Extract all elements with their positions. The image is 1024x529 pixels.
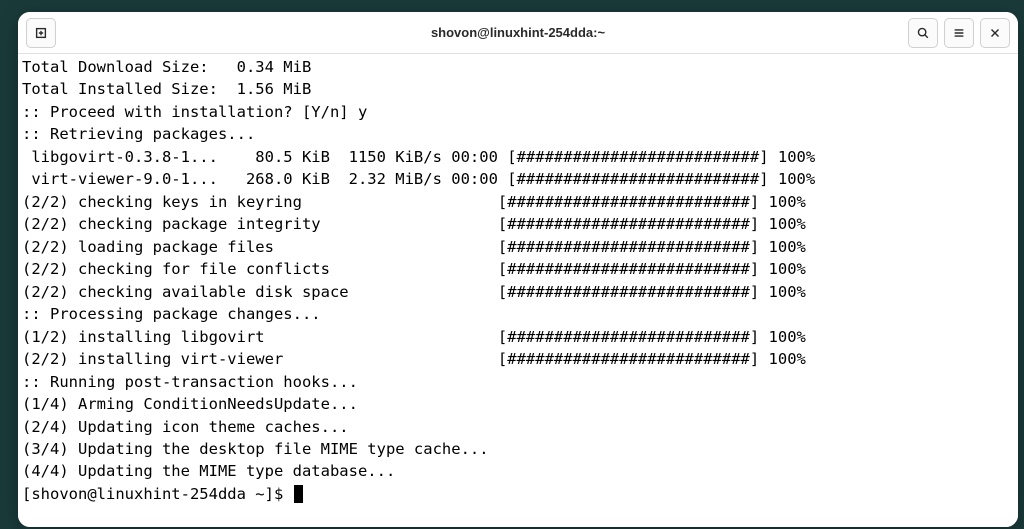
new-tab-button[interactable] [26,18,56,48]
search-icon [916,26,930,40]
hamburger-icon [952,26,966,40]
prompt-text: [shovon@linuxhint-254dda ~]$ [22,485,293,503]
terminal-line: (1/4) Arming ConditionNeedsUpdate... [22,393,1014,415]
titlebar: shovon@linuxhint-254dda:~ [18,12,1018,54]
terminal-line: :: Running post-transaction hooks... [22,371,1014,393]
terminal-line: (3/4) Updating the desktop file MIME typ… [22,438,1014,460]
terminal-line: (2/2) checking package integrity [######… [22,213,1014,235]
terminal-line: Total Installed Size: 1.56 MiB [22,78,1014,100]
terminal-line: (2/2) checking keys in keyring [########… [22,191,1014,213]
cursor [294,485,303,503]
close-button[interactable] [980,18,1010,48]
window-title: shovon@linuxhint-254dda:~ [431,25,605,40]
menu-button[interactable] [944,18,974,48]
terminal-line: (2/2) checking available disk space [###… [22,281,1014,303]
terminal-line: :: Proceed with installation? [Y/n] y [22,101,1014,123]
terminal-line: :: Retrieving packages... [22,123,1014,145]
terminal-line: libgovirt-0.3.8-1... 80.5 KiB 1150 KiB/s… [22,146,1014,168]
terminal-line: (2/2) loading package files [###########… [22,236,1014,258]
terminal-line: (1/2) installing libgovirt [############… [22,326,1014,348]
terminal-output[interactable]: Total Download Size: 0.34 MiBTotal Insta… [18,54,1018,527]
terminal-line: virt-viewer-9.0-1... 268.0 KiB 2.32 MiB/… [22,168,1014,190]
terminal-line: :: Processing package changes... [22,303,1014,325]
terminal-line: Total Download Size: 0.34 MiB [22,56,1014,78]
search-button[interactable] [908,18,938,48]
terminal-line: (2/2) installing virt-viewer [##########… [22,348,1014,370]
new-tab-icon [34,26,48,40]
close-icon [988,26,1002,40]
terminal-window: shovon@linuxhint-254dda:~ [18,12,1018,527]
terminal-line: (2/2) checking for file conflicts [#####… [22,258,1014,280]
terminal-line: (4/4) Updating the MIME type database... [22,460,1014,482]
prompt-line: [shovon@linuxhint-254dda ~]$ [22,483,1014,505]
terminal-line: (2/4) Updating icon theme caches... [22,416,1014,438]
